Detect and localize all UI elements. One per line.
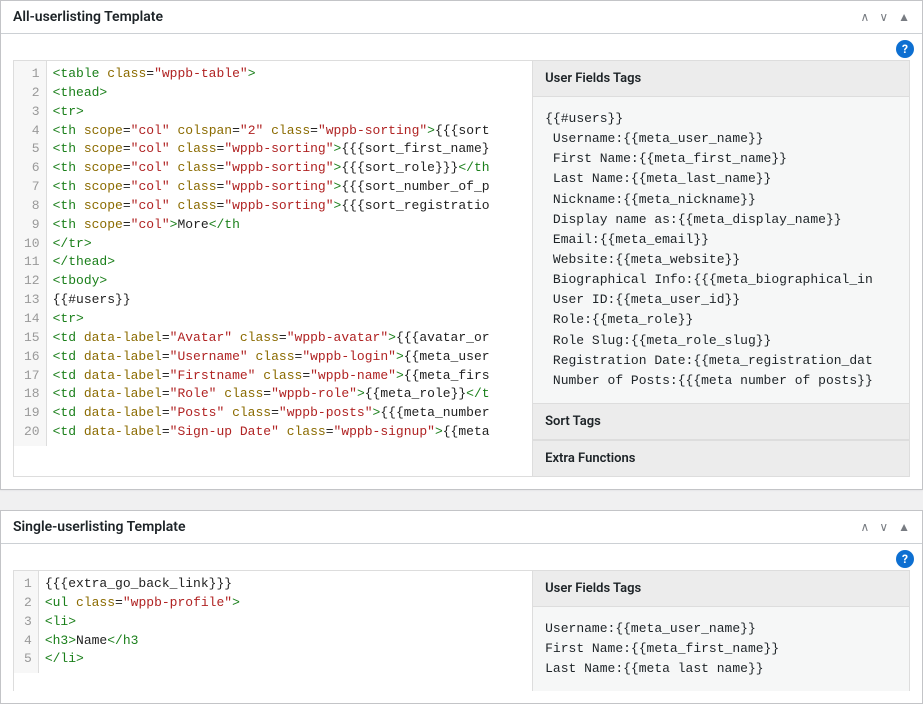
code-lines[interactable]: {{{extra_go_back_link}}}<ul class="wppb-… [39, 571, 532, 673]
code-line[interactable]: <th scope="col" class="wppb-sorting">{{{… [53, 197, 533, 216]
panel-header: All-userlisting Template ∧ ∨ ▲ [1, 1, 922, 34]
code-line[interactable]: <td data-label="Avatar" class="wppb-avat… [53, 329, 533, 348]
code-line[interactable]: <th scope="col" class="wppb-sorting">{{{… [53, 178, 533, 197]
code-line[interactable]: <td data-label="Username" class="wppb-lo… [53, 348, 533, 367]
code-line[interactable]: <ul class="wppb-profile"> [45, 594, 532, 613]
field-tag[interactable]: Username:{{meta_user_name}} [545, 619, 897, 639]
editor-row: 12345 {{{extra_go_back_link}}}<ul class=… [13, 570, 910, 691]
tags-sidebar: User Fields Tags Username:{{meta_user_na… [533, 571, 909, 691]
code-line[interactable]: <tr> [53, 103, 533, 122]
code-editor[interactable]: 1234567891011121314151617181920 <table c… [14, 61, 533, 476]
code-line[interactable]: </li> [45, 650, 532, 669]
move-down-icon[interactable]: ∨ [879, 520, 888, 534]
field-tag[interactable]: Last Name:{{meta_last_name}} [545, 169, 897, 189]
accordion-extra-functions[interactable]: Extra Functions [533, 440, 909, 476]
code-line[interactable]: <tr> [53, 310, 533, 329]
panel-body: ? 12345 {{{extra_go_back_link}}}<ul clas… [1, 544, 922, 703]
code-line[interactable]: <td data-label="Sign-up Date" class="wpp… [53, 423, 533, 442]
field-tag[interactable]: Username:{{meta_user_name}} [545, 129, 897, 149]
code-line[interactable]: <th scope="col" class="wppb-sorting">{{{… [53, 159, 533, 178]
code-line[interactable]: <table class="wppb-table"> [53, 65, 533, 84]
user-fields-body: Username:{{meta_user_name}}First Name:{{… [533, 607, 909, 691]
line-gutter: 12345 [14, 571, 39, 673]
collapse-icon[interactable]: ▲ [898, 520, 910, 534]
help-icon[interactable]: ? [896, 550, 914, 568]
code-line[interactable]: </thead> [53, 253, 533, 272]
move-up-icon[interactable]: ∧ [861, 520, 870, 534]
code-line[interactable]: <td data-label="Posts" class="wppb-posts… [53, 404, 533, 423]
panel-title: All-userlisting Template [13, 9, 163, 25]
code-line[interactable]: <li> [45, 613, 532, 632]
field-tag[interactable]: Number of Posts:{{{meta number of posts}… [545, 371, 897, 391]
field-tag[interactable]: Display name as:{{meta_display_name}} [545, 210, 897, 230]
collapse-icon[interactable]: ▲ [898, 10, 910, 24]
code-line[interactable]: <td data-label="Role" class="wppb-role">… [53, 385, 533, 404]
field-tag[interactable]: Email:{{meta_email}} [545, 230, 897, 250]
field-tag[interactable]: First Name:{{meta_first_name}} [545, 149, 897, 169]
user-fields-body: {{#users}} Username:{{meta_user_name}}Fi… [533, 97, 909, 403]
accordion-user-fields[interactable]: User Fields Tags [533, 61, 909, 97]
code-line[interactable]: <th scope="col" colspan="2" class="wppb-… [53, 122, 533, 141]
panel-header: Single-userlisting Template ∧ ∨ ▲ [1, 511, 922, 544]
help-icon[interactable]: ? [896, 40, 914, 58]
field-tag[interactable]: Role:{{meta_role}} [545, 310, 897, 330]
code-line[interactable]: <td data-label="Firstname" class="wppb-n… [53, 367, 533, 386]
single-userlisting-panel: Single-userlisting Template ∧ ∨ ▲ ? 1234… [0, 510, 923, 704]
panel-controls: ∧ ∨ ▲ [861, 10, 910, 24]
panel-controls: ∧ ∨ ▲ [861, 520, 910, 534]
field-tag[interactable]: User ID:{{meta_user_id}} [545, 290, 897, 310]
code-line[interactable]: {{#users}} [53, 291, 533, 310]
panel-body: ? 1234567891011121314151617181920 <table… [1, 34, 922, 489]
field-tag[interactable]: Last Name:{{meta last name}} [545, 659, 897, 679]
field-tag[interactable]: First Name:{{meta_first_name}} [545, 639, 897, 659]
field-tag[interactable]: Nickname:{{meta_nickname}} [545, 190, 897, 210]
line-gutter: 1234567891011121314151617181920 [14, 61, 47, 446]
code-line[interactable]: <th scope="col" class="wppb-sorting">{{{… [53, 140, 533, 159]
code-line[interactable]: <h3>Name</h3 [45, 632, 532, 651]
field-tag[interactable]: Biographical Info:{{{meta_biographical_i… [545, 270, 897, 290]
move-down-icon[interactable]: ∨ [879, 10, 888, 24]
all-userlisting-panel: All-userlisting Template ∧ ∨ ▲ ? 1234567… [0, 0, 923, 490]
code-line[interactable]: {{{extra_go_back_link}}} [45, 575, 532, 594]
field-tag[interactable]: Role Slug:{{meta_role_slug}} [545, 331, 897, 351]
code-line[interactable]: <tbody> [53, 272, 533, 291]
field-tag[interactable]: Website:{{meta_website}} [545, 250, 897, 270]
editor-row: 1234567891011121314151617181920 <table c… [13, 60, 910, 477]
panel-title: Single-userlisting Template [13, 519, 186, 535]
code-line[interactable]: <thead> [53, 84, 533, 103]
accordion-sort-tags[interactable]: Sort Tags [533, 403, 909, 440]
tags-sidebar: User Fields Tags {{#users}} Username:{{m… [533, 61, 909, 476]
code-lines[interactable]: <table class="wppb-table"> <thead> <tr> … [47, 61, 533, 446]
code-line[interactable]: <th scope="col">More</th [53, 216, 533, 235]
move-up-icon[interactable]: ∧ [861, 10, 870, 24]
field-tag[interactable]: Registration Date:{{meta_registration_da… [545, 351, 897, 371]
code-editor[interactable]: 12345 {{{extra_go_back_link}}}<ul class=… [14, 571, 533, 691]
loop-tag: {{#users}} [545, 109, 897, 129]
accordion-user-fields[interactable]: User Fields Tags [533, 571, 909, 607]
code-line[interactable]: </tr> [53, 235, 533, 254]
